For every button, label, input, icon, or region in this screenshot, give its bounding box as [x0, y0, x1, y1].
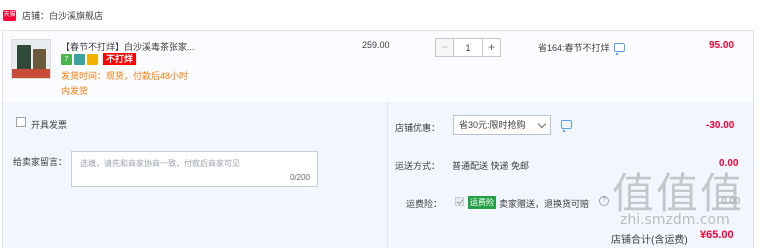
store-total-amount: ¥65.00: [700, 229, 734, 241]
shipping-label: 运送方式：: [395, 161, 441, 171]
insurance-text: 卖家赠送，退换货可赔: [499, 199, 590, 209]
store-discount-label: 店铺优惠：: [395, 123, 441, 133]
product-tags: 7 不打烊: [61, 53, 137, 65]
increase-quantity-button[interactable]: +: [482, 38, 501, 57]
chevron-down-icon: [537, 119, 547, 129]
decrease-quantity-button[interactable]: −: [435, 38, 454, 57]
shipping-method: 普通配送 快递 免邮: [452, 161, 530, 171]
invoice-checkbox[interactable]: [16, 117, 26, 127]
item-promo-text: 省164:春节不打烊: [538, 43, 610, 53]
promo-tag: 不打烊: [103, 53, 137, 65]
store-discount-value: 省30元:限时抢购: [459, 120, 526, 130]
ship-time-text: 发货时间：现货，付款后48小时: [61, 71, 189, 81]
memo-char-count: 0/200: [289, 173, 310, 182]
quantity-stepper: − 1 +: [435, 38, 501, 57]
memo-label: 给卖家留言：: [13, 157, 68, 167]
tea-box-image: [33, 49, 46, 71]
store-header: 天猫 店铺：白沙溪旗舰店: [0, 0, 759, 30]
ship-time-text-2: 内发货: [61, 86, 89, 96]
unit-price: 259.00: [362, 40, 390, 50]
service-icon: [74, 53, 85, 65]
tea-tin-image: [17, 45, 31, 71]
line-total: 95.00: [709, 40, 735, 51]
seven-day-return-icon: 7: [61, 53, 72, 65]
memo-placeholder: 选填，请先和商家协商一致，付款后商家可见: [80, 159, 240, 168]
quantity-input[interactable]: 1: [454, 38, 482, 57]
discount-chat-icon[interactable]: [561, 120, 572, 132]
panel-divider: [387, 102, 388, 248]
insurance-badge: 运费险: [468, 196, 496, 209]
insurance-checkbox[interactable]: [455, 197, 464, 206]
help-icon[interactable]: ?: [599, 196, 609, 206]
invoice-label: 开具发票: [31, 120, 68, 130]
order-item-row: 【春节不打烊】白沙溪毒茶张家... 7 不打烊 发货时间：现货，付款后48小时 …: [2, 30, 754, 102]
store-discount-amount: -30.00: [706, 120, 735, 131]
store-discount-select[interactable]: 省30元:限时抢购: [453, 115, 551, 135]
card-icon: [87, 53, 98, 65]
store-total-label: 店铺合计(含运费): [611, 235, 688, 246]
seller-memo-field[interactable]: 选填，请先和商家协商一致，付款后商家可见 0/200: [71, 151, 318, 187]
chat-icon[interactable]: [613, 43, 625, 55]
tmall-icon: 天猫: [3, 9, 16, 21]
insurance-label: 运费险：: [406, 199, 443, 209]
product-thumbnail[interactable]: [11, 39, 51, 79]
product-title-link[interactable]: 【春节不打烊】白沙溪毒茶张家...: [61, 40, 199, 53]
watermark-url: zhi.smzdm.com: [620, 212, 730, 228]
item-promo: 省164:春节不打烊: [538, 41, 625, 55]
product-base-image: [12, 69, 50, 78]
store-name-link[interactable]: 店铺：白沙溪旗舰店: [22, 9, 103, 22]
